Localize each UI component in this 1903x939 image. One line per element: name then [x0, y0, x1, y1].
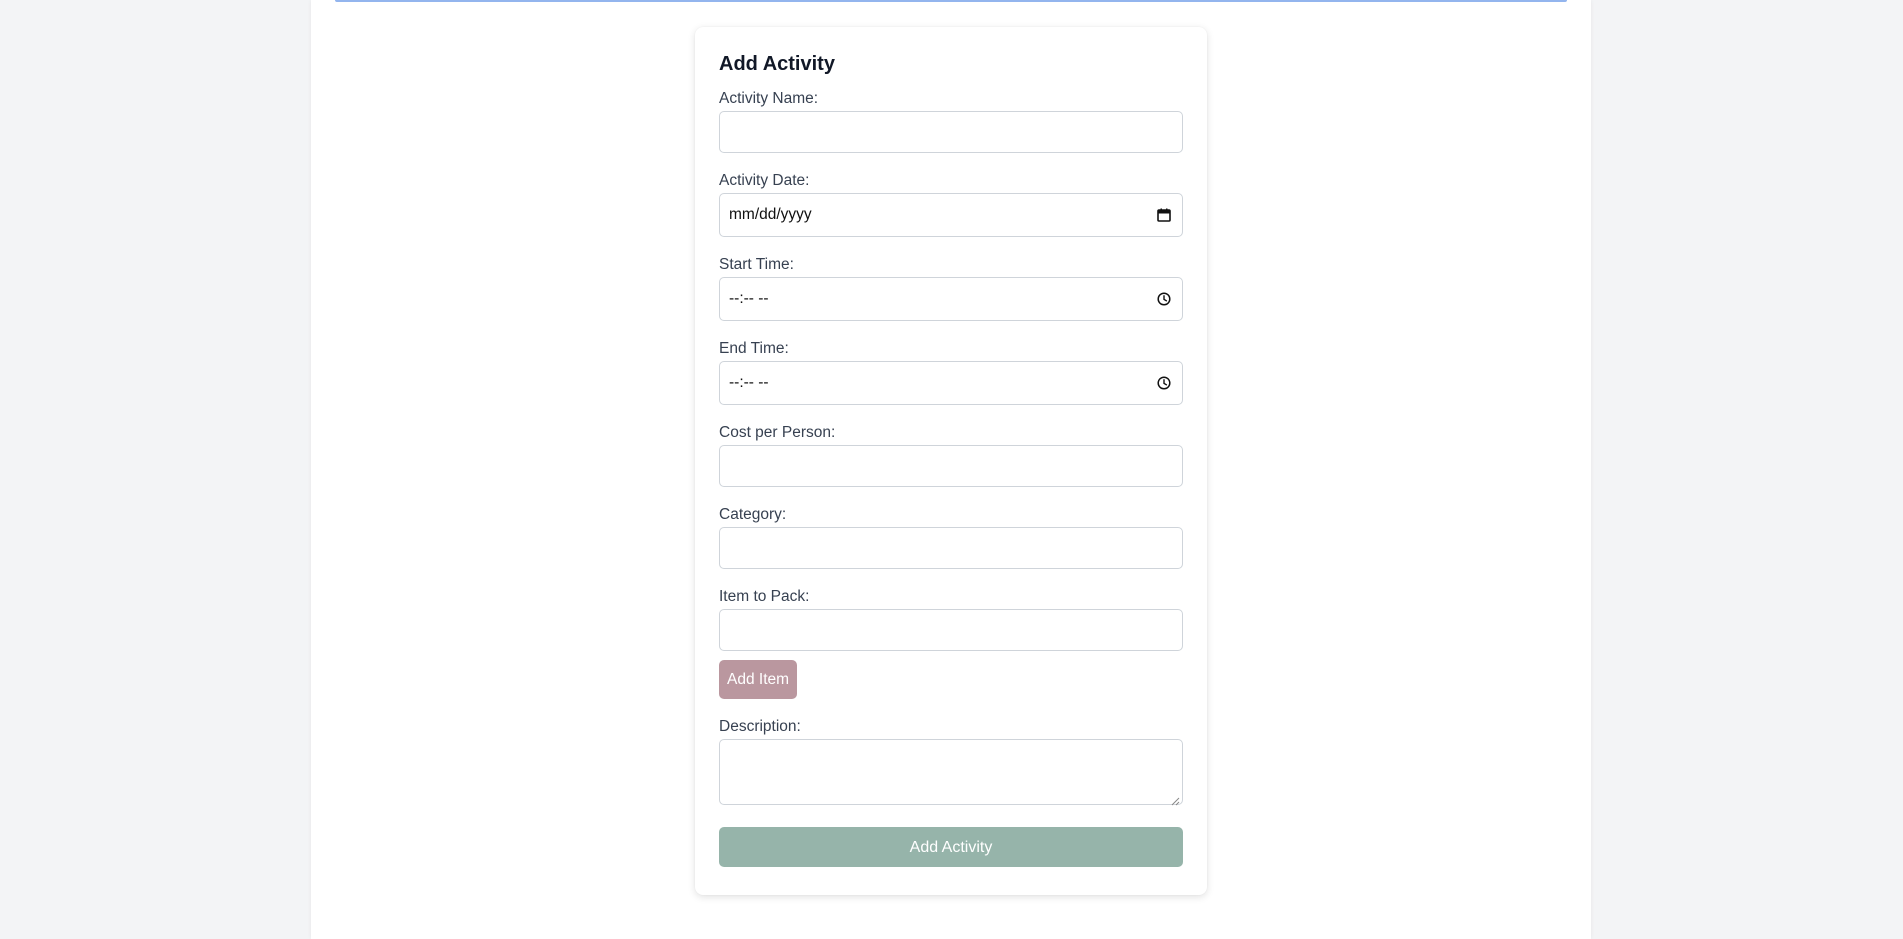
item-to-pack-input[interactable]: [719, 609, 1183, 651]
cost-per-person-label: Cost per Person:: [719, 424, 836, 441]
end-time-placeholder: --:-- --: [729, 374, 769, 391]
activity-name-input[interactable]: [719, 111, 1183, 153]
start-time-field: Start Time: --:-- --: [719, 255, 1183, 321]
add-activity-button[interactable]: Add Activity: [719, 827, 1183, 867]
end-time-input[interactable]: --:-- --: [719, 361, 1183, 405]
category-input[interactable]: [719, 527, 1183, 569]
cost-per-person-field: Cost per Person:: [719, 423, 1183, 487]
add-item-row: Add Item: [719, 660, 1183, 699]
activity-name-label: Activity Name:: [719, 90, 819, 107]
end-time-label: End Time:: [719, 340, 789, 357]
category-field: Category:: [719, 505, 1183, 569]
cost-per-person-input[interactable]: [719, 445, 1183, 487]
item-to-pack-label: Item to Pack:: [719, 588, 810, 605]
activity-date-input[interactable]: mm/dd/yyyy: [719, 193, 1183, 237]
top-accent-bar: [335, 0, 1567, 2]
add-activity-form: Add Activity Activity Name: Activity Dat…: [695, 27, 1207, 895]
form-body: Add Activity Activity Name: Activity Dat…: [719, 49, 1183, 867]
description-label: Description:: [719, 718, 801, 735]
description-textarea[interactable]: [719, 739, 1183, 806]
start-time-input[interactable]: --:-- --: [719, 277, 1183, 321]
form-title: Add Activity: [719, 53, 835, 75]
end-time-field: End Time: --:-- --: [719, 339, 1183, 405]
activity-date-label: Activity Date:: [719, 172, 810, 189]
activity-date-field: Activity Date: mm/dd/yyyy: [719, 171, 1183, 237]
activity-date-placeholder: mm/dd/yyyy: [729, 206, 812, 223]
clock-icon[interactable]: [1156, 291, 1172, 307]
activity-name-field: Activity Name:: [719, 89, 1183, 153]
clock-icon[interactable]: [1156, 375, 1172, 391]
resize-handle-icon[interactable]: [1171, 793, 1180, 806]
description-field: Description:: [719, 717, 1183, 806]
category-label: Category:: [719, 506, 787, 523]
start-time-label: Start Time:: [719, 256, 794, 273]
submit-row: Add Activity: [719, 827, 1183, 867]
calendar-icon[interactable]: [1156, 207, 1172, 223]
item-to-pack-field: Item to Pack:: [719, 587, 1183, 651]
page-panel: Add Activity Activity Name: Activity Dat…: [311, 0, 1591, 939]
add-item-button[interactable]: Add Item: [719, 660, 798, 699]
start-time-placeholder: --:-- --: [729, 290, 769, 307]
